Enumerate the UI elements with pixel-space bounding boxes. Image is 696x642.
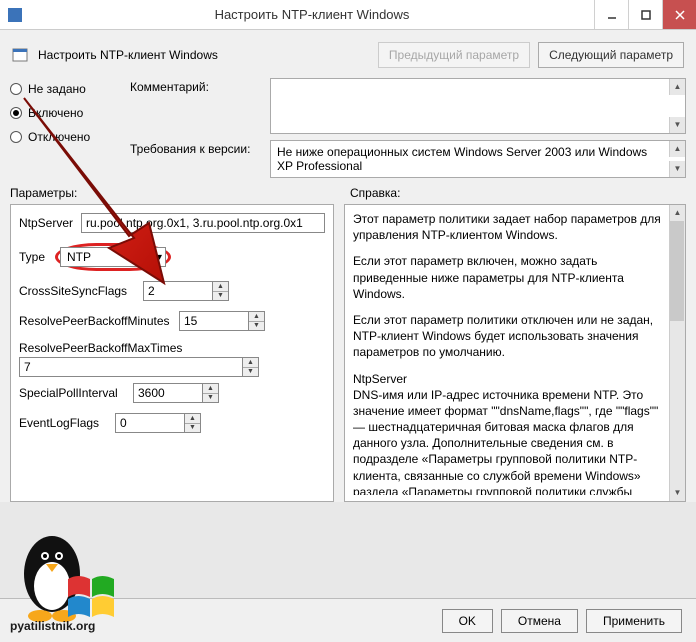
scroll-up-button[interactable]: ▲ — [669, 79, 685, 95]
requirements-box: Не ниже операционных систем Windows Serv… — [270, 140, 686, 178]
spinner-up-icon[interactable]: ▲ — [185, 414, 200, 424]
help-scrollbar[interactable]: ▲ ▼ — [669, 205, 685, 501]
radio-label: Отключено — [28, 130, 90, 144]
dialog-button-bar: OK Отмена Применить — [0, 598, 696, 642]
spinner-down-icon[interactable]: ▼ — [203, 394, 218, 403]
help-section-label: Справка: — [350, 186, 400, 200]
radio-icon — [10, 83, 22, 95]
ntpserver-input[interactable] — [81, 213, 325, 233]
specialpollinterval-label: SpecialPollInterval — [19, 386, 127, 400]
radio-disabled[interactable]: Отключено — [10, 130, 120, 144]
page-title: Настроить NTP-клиент Windows — [38, 48, 370, 62]
eventlogflags-spinner[interactable]: ▲▼ — [115, 413, 201, 433]
ntpserver-label: NtpServer — [19, 216, 75, 230]
eventlogflags-label: EventLogFlags — [19, 416, 109, 430]
crosssitesyncflags-label: CrossSiteSyncFlags — [19, 284, 137, 298]
help-text[interactable]: Этот параметр политики задает набор пара… — [353, 211, 665, 495]
next-setting-button[interactable]: Следующий параметр — [538, 42, 684, 68]
radio-not-configured[interactable]: Не задано — [10, 82, 120, 96]
spinner-up-icon[interactable]: ▲ — [243, 358, 258, 368]
parameters-panel: NtpServer Type NTP CrossSiteSyncFlags ▲▼ — [10, 204, 334, 502]
spinner-up-icon[interactable]: ▲ — [249, 312, 264, 322]
spinner-up-icon[interactable]: ▲ — [213, 282, 228, 292]
radio-enabled[interactable]: Включено — [10, 106, 120, 120]
radio-icon — [10, 131, 22, 143]
apply-button[interactable]: Применить — [586, 609, 682, 633]
comment-textarea[interactable]: ▲ ▼ — [270, 78, 686, 134]
maximize-button[interactable] — [628, 0, 662, 29]
spinner-down-icon[interactable]: ▼ — [243, 368, 258, 377]
window-titlebar: Настроить NTP-клиент Windows — [0, 0, 696, 30]
comment-label: Комментарий: — [130, 78, 260, 94]
resolvepeerbackoffmaxtimes-spinner[interactable]: ▲▼ — [19, 357, 259, 377]
crosssitesyncflags-spinner[interactable]: ▲▼ — [143, 281, 229, 301]
scroll-down-button[interactable]: ▼ — [669, 117, 685, 133]
parameters-section-label: Параметры: — [10, 186, 350, 200]
spinner-down-icon[interactable]: ▼ — [213, 292, 228, 301]
specialpollinterval-spinner[interactable]: ▲▼ — [133, 383, 219, 403]
cancel-button[interactable]: Отмена — [501, 609, 578, 633]
window-icon — [0, 8, 30, 22]
requirements-label: Требования к версии: — [130, 140, 260, 156]
radio-label: Включено — [28, 106, 83, 120]
type-label: Type — [19, 250, 49, 264]
ok-button[interactable]: OK — [442, 609, 493, 633]
resolvepeerbackoffmaxtimes-label: ResolvePeerBackoffMaxTimes — [19, 341, 325, 355]
scroll-down-icon[interactable]: ▼ — [670, 485, 685, 501]
minimize-button[interactable] — [594, 0, 628, 29]
resolvepeerbackoffminutes-spinner[interactable]: ▲▼ — [179, 311, 265, 331]
resolvepeerbackoffminutes-label: ResolvePeerBackoffMinutes — [19, 314, 173, 328]
help-panel: Этот параметр политики задает набор пара… — [344, 204, 686, 502]
type-select[interactable]: NTP — [60, 247, 166, 267]
spinner-down-icon[interactable]: ▼ — [185, 424, 200, 433]
close-button[interactable] — [662, 0, 696, 29]
scroll-up-button[interactable]: ▲ — [669, 141, 685, 157]
scroll-thumb[interactable] — [670, 221, 684, 321]
window-title: Настроить NTP-клиент Windows — [30, 7, 594, 22]
radio-label: Не задано — [28, 82, 86, 96]
policy-icon — [12, 46, 30, 64]
spinner-up-icon[interactable]: ▲ — [203, 384, 218, 394]
scroll-down-button[interactable]: ▼ — [669, 161, 685, 177]
scroll-up-icon[interactable]: ▲ — [670, 205, 685, 221]
type-highlight-circle: NTP — [55, 243, 171, 271]
spinner-down-icon[interactable]: ▼ — [249, 322, 264, 331]
previous-setting-button[interactable]: Предыдущий параметр — [378, 42, 530, 68]
radio-icon — [10, 107, 22, 119]
